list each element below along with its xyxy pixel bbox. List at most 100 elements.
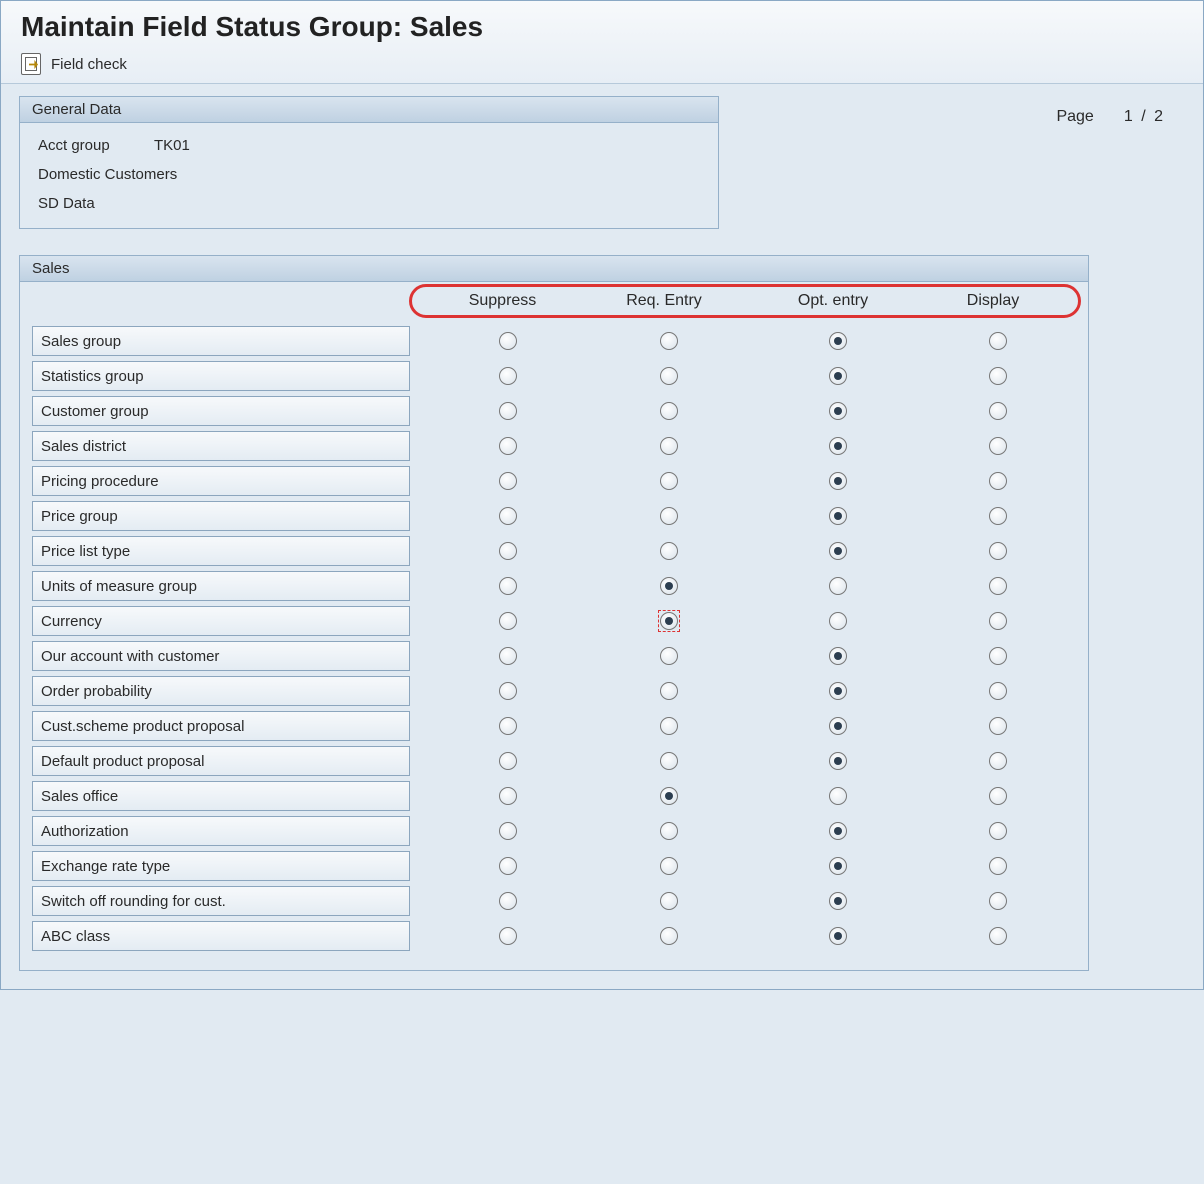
radio-option[interactable] [989,577,1007,595]
radio-option[interactable] [499,822,517,840]
radio-option[interactable] [660,402,678,420]
radio-option[interactable] [829,367,847,385]
radio-option[interactable] [660,822,678,840]
radio-cell [585,711,753,741]
radio-cell [585,886,753,916]
radio-option[interactable] [499,717,517,735]
radio-option[interactable] [989,857,1007,875]
radio-cell [923,431,1073,461]
radio-option[interactable] [499,472,517,490]
radio-cell [430,396,585,426]
radio-option[interactable] [989,472,1007,490]
radio-option[interactable] [499,402,517,420]
radio-option[interactable] [660,647,678,665]
radio-cell [430,921,585,951]
field-label: Pricing procedure [32,466,410,496]
radio-option[interactable] [829,332,847,350]
radio-option[interactable] [829,857,847,875]
radio-option[interactable] [829,647,847,665]
radio-cell [923,536,1073,566]
field-check-button[interactable]: Field check [21,53,127,75]
radio-option[interactable] [499,437,517,455]
radio-option[interactable] [829,892,847,910]
radio-option[interactable] [989,437,1007,455]
radio-option[interactable] [499,927,517,945]
radio-option[interactable] [989,542,1007,560]
radio-option[interactable] [660,857,678,875]
field-label: Customer group [32,396,410,426]
radio-option[interactable] [660,682,678,700]
radio-option[interactable] [499,787,517,805]
radio-option[interactable] [829,472,847,490]
radio-option[interactable] [499,577,517,595]
radio-option[interactable] [660,507,678,525]
radio-option[interactable] [660,577,678,595]
radio-cell [430,851,585,881]
radio-option[interactable] [499,507,517,525]
radio-option[interactable] [829,787,847,805]
radio-option[interactable] [829,717,847,735]
radio-option[interactable] [499,367,517,385]
radio-option[interactable] [829,577,847,595]
radio-option[interactable] [499,647,517,665]
radio-option[interactable] [989,332,1007,350]
radio-option[interactable] [660,892,678,910]
radio-option[interactable] [499,332,517,350]
radio-option[interactable] [989,682,1007,700]
acct-group-value: TK01 [154,137,190,154]
column-header: Display [918,282,1068,326]
radio-option[interactable] [989,402,1007,420]
radio-option[interactable] [989,927,1007,945]
radio-cell [753,536,923,566]
radio-cell [753,921,923,951]
radio-option[interactable] [499,612,517,630]
radio-cell [585,746,753,776]
page-total: 2 [1154,108,1165,125]
radio-option[interactable] [499,682,517,700]
radio-option[interactable] [829,822,847,840]
radio-option[interactable] [660,717,678,735]
radio-option[interactable] [660,472,678,490]
radio-option[interactable] [989,787,1007,805]
radio-cell [430,501,585,531]
radio-option[interactable] [989,752,1007,770]
radio-option[interactable] [660,332,678,350]
app-window: Maintain Field Status Group: Sales Field… [0,0,1204,990]
radio-option[interactable] [989,367,1007,385]
radio-option[interactable] [660,927,678,945]
field-label: Statistics group [32,361,410,391]
radio-option[interactable] [829,507,847,525]
sd-data-row: SD Data [38,195,700,212]
radio-option[interactable] [660,612,678,630]
radio-option[interactable] [660,437,678,455]
radio-option[interactable] [989,892,1007,910]
radio-option[interactable] [829,752,847,770]
radio-cell [923,921,1073,951]
title-bar: Maintain Field Status Group: Sales Field… [1,1,1203,84]
radio-option[interactable] [829,612,847,630]
radio-option[interactable] [829,682,847,700]
radio-option[interactable] [499,542,517,560]
radio-option[interactable] [660,367,678,385]
radio-cell [753,571,923,601]
radio-option[interactable] [989,717,1007,735]
radio-option[interactable] [660,787,678,805]
radio-option[interactable] [499,752,517,770]
field-label: Price group [32,501,410,531]
radio-option[interactable] [829,542,847,560]
radio-option[interactable] [660,752,678,770]
radio-option[interactable] [499,892,517,910]
radio-option[interactable] [989,507,1007,525]
radio-option[interactable] [989,647,1007,665]
radio-option[interactable] [989,822,1007,840]
radio-option[interactable] [829,437,847,455]
radio-option[interactable] [829,402,847,420]
radio-cell [585,781,753,811]
radio-cell [753,606,923,636]
radio-cell [923,571,1073,601]
radio-option[interactable] [499,857,517,875]
radio-option[interactable] [989,612,1007,630]
radio-cell [430,536,585,566]
radio-option[interactable] [829,927,847,945]
radio-option[interactable] [660,542,678,560]
